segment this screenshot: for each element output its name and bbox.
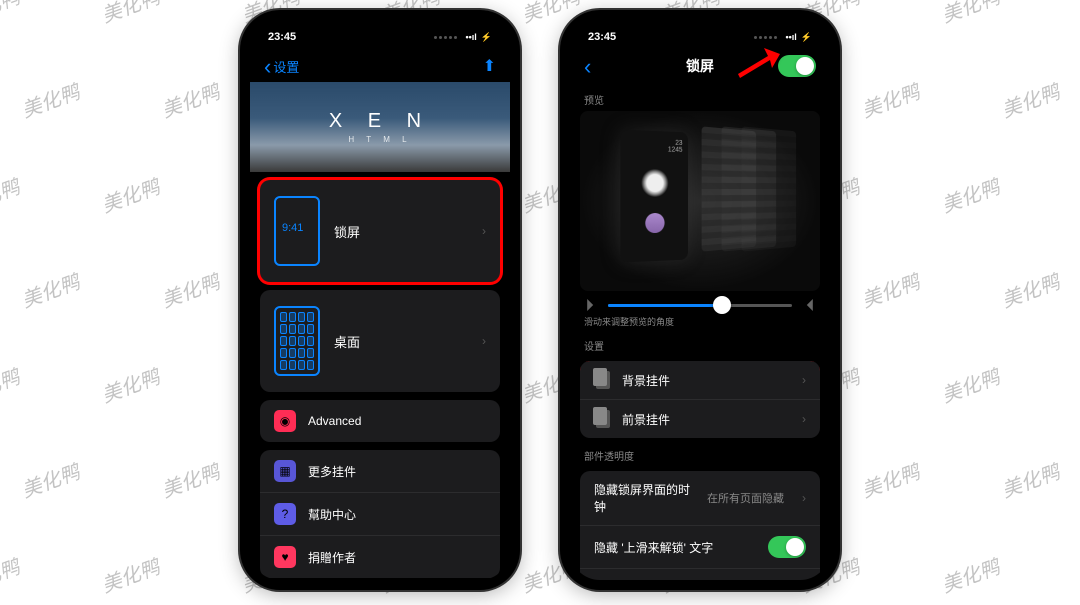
status-time: 23:45 (588, 31, 616, 43)
nav-bar-2: 锁屏 (570, 50, 830, 82)
status-signal-icon: ••ıl (465, 32, 476, 42)
lockscreen-card[interactable]: 9:41 锁屏 (260, 180, 500, 282)
advanced-group: ◉ Advanced (260, 400, 500, 442)
status-wifi-icon: ⚡ (481, 32, 492, 43)
content-2: 预览 231245 (570, 82, 830, 580)
chevron-icon (802, 412, 806, 426)
homescreen-card[interactable]: 桌面 (260, 290, 500, 392)
chevron-icon (482, 224, 486, 238)
hide-options-group: 隐藏锁屏界面的时钟 在所有页面隐藏 隐藏 '上滑来解锁' 文字 隐藏其他部件 (580, 471, 820, 580)
background-widget-row[interactable]: 背景挂件 (580, 361, 820, 400)
lockscreen-preview-icon: 9:41 (274, 196, 320, 266)
content-1: X E N H T M L 9:41 锁屏 (250, 82, 510, 580)
hide-slide-toggle[interactable] (768, 536, 806, 558)
angle-slider[interactable] (608, 304, 792, 307)
slider-caption: 滑动来调整预览的角度 (584, 315, 816, 328)
layer-icon (596, 410, 610, 428)
advanced-row[interactable]: ◉ Advanced (260, 400, 500, 442)
lockscreen-label: 锁屏 (334, 222, 468, 241)
status-time: 23:45 (268, 31, 296, 43)
hero-subtitle: H T M L (348, 135, 411, 144)
notch (315, 10, 445, 34)
heart-icon: ♥ (274, 546, 296, 568)
advanced-icon: ◉ (274, 410, 296, 432)
homescreen-preview-icon (274, 306, 320, 376)
donate-row[interactable]: ♥ 捐贈作者 (260, 536, 500, 578)
support-group: ▦ 更多挂件 ? 幫助中心 ♥ 捐贈作者 (260, 450, 500, 578)
master-toggle[interactable] (778, 55, 816, 77)
back-button[interactable] (584, 61, 591, 72)
layer-icon (596, 371, 610, 389)
notch (635, 10, 765, 34)
hero-banner: X E N H T M L (250, 82, 510, 172)
screen-2: 23:45 ••ıl ⚡ 锁屏 预览 (570, 20, 830, 580)
nav-bar-1: 设置 ⬆ (250, 50, 510, 82)
status-signal-icon: ••ıl (785, 32, 796, 42)
chevron-icon (482, 334, 486, 348)
help-row[interactable]: ? 幫助中心 (260, 493, 500, 536)
status-wifi-icon: ⚡ (801, 32, 812, 43)
preview-device: 231245 (620, 129, 688, 262)
nav-title: 锁屏 (686, 56, 714, 76)
more-widgets-row[interactable]: ▦ 更多挂件 (260, 450, 500, 493)
angle-slider-row (570, 291, 830, 313)
slider-thumb[interactable] (713, 296, 731, 314)
back-button[interactable]: 设置 (264, 57, 299, 76)
device-row: 23:45 ••ıl ⚡ 设置 ⬆ X E N H T M L (240, 10, 840, 590)
phone-left: 23:45 ••ıl ⚡ 设置 ⬆ X E N H T M L (240, 10, 520, 590)
chevron-icon (802, 491, 806, 505)
phone-right: 23:45 ••ıl ⚡ 锁屏 预览 (560, 10, 840, 590)
slider-min-icon (587, 299, 597, 311)
foreground-widget-row[interactable]: 前景挂件 (580, 400, 820, 438)
hero-title: X E N (329, 110, 431, 133)
question-icon: ? (274, 503, 296, 525)
widget-layers-group: 背景挂件 前景挂件 (580, 361, 820, 438)
hide-other-row[interactable]: 隐藏其他部件 (580, 569, 820, 580)
screen-1: 23:45 ••ıl ⚡ 设置 ⬆ X E N H T M L (250, 20, 510, 580)
hide-slide-row[interactable]: 隐藏 '上滑来解锁' 文字 (580, 526, 820, 569)
chevron-icon (802, 373, 806, 387)
share-button[interactable]: ⬆ (483, 56, 496, 76)
opacity-header: 部件透明度 (584, 448, 816, 463)
hide-clock-row[interactable]: 隐藏锁屏界面的时钟 在所有页面隐藏 (580, 471, 820, 526)
grid-icon: ▦ (274, 460, 296, 482)
slider-max-icon (803, 299, 813, 311)
callout-arrow (736, 44, 780, 85)
homescreen-label: 桌面 (334, 332, 468, 351)
layer-preview: 231245 (580, 111, 820, 291)
preview-layers (700, 129, 800, 259)
preview-header: 预览 (584, 92, 816, 107)
settings-header: 设置 (584, 338, 816, 353)
